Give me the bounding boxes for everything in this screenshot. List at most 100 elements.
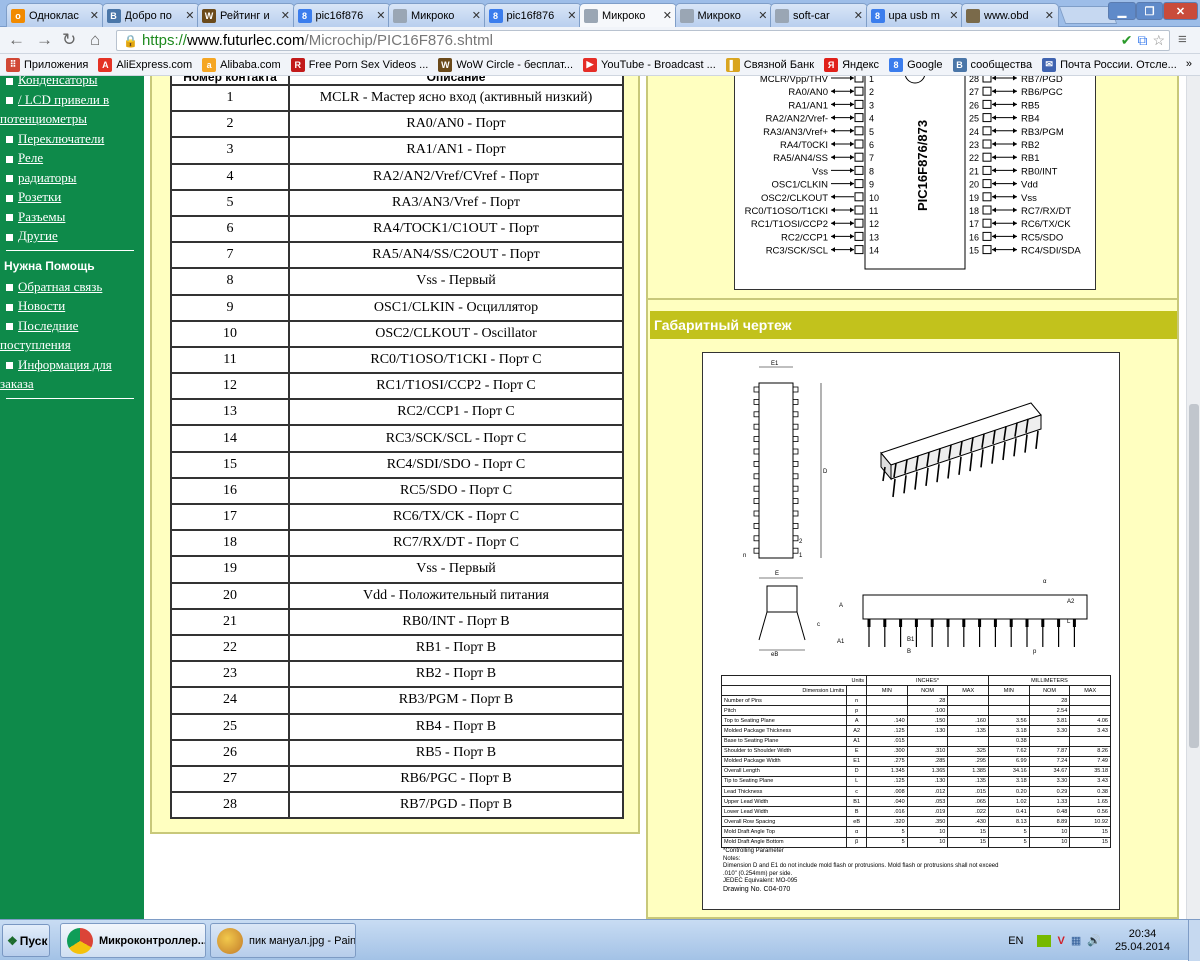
back-arrow-icon[interactable]: ←: [8, 31, 25, 49]
bookmark-item[interactable]: Я Яндекс: [824, 57, 879, 72]
close-icon[interactable]: ✕: [185, 9, 194, 22]
maximize-button[interactable]: ❐: [1136, 2, 1163, 20]
page-icon: [679, 8, 694, 23]
tab-0[interactable]: о Одноклас ✕: [6, 3, 104, 27]
post-icon: ✉: [1042, 57, 1057, 72]
tab-9[interactable]: 8 upa usb m ✕: [865, 3, 964, 27]
reload-icon[interactable]: ↻: [62, 31, 76, 49]
taskbar-item-label: пик мануал.jpg - Paint: [249, 934, 356, 947]
close-icon[interactable]: ✕: [663, 9, 672, 22]
tab-7[interactable]: Микроко ✕: [674, 3, 773, 27]
sidebar-link[interactable]: потенциометры: [0, 109, 144, 129]
antivirus-icon[interactable]: V: [1057, 935, 1064, 947]
bookmark-item[interactable]: R Free Porn Sex Videos ...: [290, 57, 428, 72]
clock[interactable]: 20:34 25.04.2014: [1115, 928, 1170, 954]
bookmark-star-icon[interactable]: ☆: [1152, 32, 1165, 49]
close-icon[interactable]: ✕: [1045, 9, 1054, 22]
bookmark-item[interactable]: A AliExpress.com: [98, 57, 192, 72]
pin-description-cell: Vss - Первый: [288, 267, 624, 296]
network-icon[interactable]: ▦: [1071, 934, 1081, 947]
pin-number: 9: [869, 180, 874, 190]
bookmark-item[interactable]: ▶ YouTube - Broadcast ...: [583, 57, 716, 72]
close-icon[interactable]: ✕: [567, 9, 576, 22]
arrow-icon: [992, 194, 996, 200]
dim-cell: .065: [947, 796, 989, 808]
close-icon[interactable]: ✕: [949, 9, 958, 22]
bookmark-item[interactable]: Всообщества: [952, 57, 1032, 72]
forward-arrow-icon[interactable]: →: [36, 31, 53, 49]
odnoklassniki-icon: о: [11, 8, 25, 23]
bookmark-item[interactable]: ▌ Связной Банк: [725, 57, 814, 72]
pin-label: OSC2/CLKOUT: [761, 193, 828, 204]
sidebar-link[interactable]: Последние: [0, 316, 144, 336]
start-button[interactable]: ❖ Пуск: [2, 924, 50, 957]
sidebar-link[interactable]: Обратная связь: [0, 277, 144, 297]
pin-label: RA4/T0CKI: [780, 140, 828, 151]
scrollbar-thumb[interactable]: [1189, 404, 1199, 748]
sidebar-link[interactable]: радиаторы: [0, 168, 144, 188]
tab-3[interactable]: 8 pic16f876 ✕: [292, 3, 391, 27]
show-desktop-button[interactable]: [1188, 920, 1200, 961]
close-icon[interactable]: ✕: [281, 9, 290, 22]
pin-number: 27: [969, 87, 979, 97]
extension-check-icon[interactable]: ✔: [1121, 32, 1133, 49]
nvidia-icon[interactable]: [1037, 934, 1052, 947]
sidebar-link[interactable]: Другие: [0, 226, 144, 246]
bookmark-item[interactable]: ✉ Почта России. Отсле...: [1042, 57, 1177, 72]
bookmark-label: Приложения: [24, 58, 89, 71]
translate-icon[interactable]: ⧉: [1137, 32, 1147, 49]
tab-5[interactable]: 8 pic16f876 ✕: [483, 3, 582, 27]
close-icon[interactable]: ✕: [472, 9, 481, 22]
dim-cell: B1: [846, 796, 868, 808]
bookmark-item[interactable]: ⠿ Приложения: [6, 57, 89, 72]
bookmark-item[interactable]: W WoW Circle - бесплат...: [438, 57, 573, 72]
page-scrollbar[interactable]: [1186, 76, 1200, 919]
home-icon[interactable]: ⌂: [90, 31, 100, 49]
close-icon[interactable]: ✕: [90, 9, 99, 22]
tab-10[interactable]: www.obd ✕: [961, 3, 1059, 27]
menu-icon[interactable]: ≡: [1178, 31, 1187, 49]
sidebar-link[interactable]: Разъемы: [0, 207, 144, 227]
volume-icon[interactable]: 🔊: [1087, 934, 1101, 947]
sidebar-link[interactable]: Новости: [0, 296, 144, 316]
close-window-button[interactable]: ✕: [1163, 2, 1198, 20]
sidebar-link[interactable]: Конденсаторы: [0, 76, 144, 90]
sidebar-link[interactable]: Розетки: [0, 187, 144, 207]
dim-cell: 1.345: [866, 765, 908, 777]
bookmark-item[interactable]: 8 Google: [889, 57, 943, 72]
tab-2[interactable]: W Рейтинг и ✕: [197, 3, 295, 27]
pin-number-cell: 27: [170, 764, 290, 794]
sidebar-link[interactable]: Информация для: [0, 355, 144, 375]
sidebar-link[interactable]: Реле: [0, 148, 144, 168]
close-icon[interactable]: ✕: [854, 9, 863, 22]
browser-toolbar: ← → ↻ ⌂ 🔒 https:// www.futurlec.com /Mic…: [0, 27, 1200, 54]
pin-label: RC0/T1OSO/T1CKI: [745, 206, 828, 217]
dim-cell: 7.24: [1028, 755, 1071, 767]
pin-box: [854, 113, 864, 123]
sidebar-link[interactable]: поступления: [0, 335, 144, 355]
close-icon[interactable]: ✕: [376, 9, 385, 22]
tab-1[interactable]: В Добро по ✕: [101, 3, 200, 27]
tab-6[interactable]: Микроко ✕: [579, 3, 677, 27]
tab-8[interactable]: soft-car ✕: [770, 3, 868, 27]
pin-box: [854, 126, 864, 136]
language-indicator[interactable]: EN: [1008, 935, 1023, 947]
bookmark-item[interactable]: a Alibaba.com: [202, 57, 281, 72]
taskbar-item-chrome[interactable]: Микроконтроллер...: [60, 923, 206, 958]
pin-number-cell: 16: [170, 476, 290, 506]
sidebar-link[interactable]: Переключатели: [0, 129, 144, 149]
close-icon[interactable]: ✕: [758, 9, 767, 22]
sidebar-link[interactable]: / LCD привели в: [0, 90, 144, 110]
bookmarks-more-icon[interactable]: »: [1186, 58, 1192, 70]
table-row: Base to Seating Plane A1.015 0.38: [720, 735, 1111, 747]
sidebar-link[interactable]: заказа: [0, 374, 144, 394]
minimize-button[interactable]: ▁: [1108, 2, 1136, 20]
pin-box: [854, 139, 864, 149]
address-bar[interactable]: 🔒 https:// www.futurlec.com /Microchip/P…: [116, 30, 1170, 51]
note-line: JEDEC Equivalent: MO-095: [723, 878, 798, 885]
bookmarks-bar: ⠿ Приложения A AliExpress.com a Alibaba.com R F…: [0, 54, 1200, 76]
dim-cell: c: [846, 786, 868, 798]
taskbar-item-paint[interactable]: пик мануал.jpg - Paint: [210, 923, 356, 958]
tab-4[interactable]: Микроко ✕: [388, 3, 486, 27]
arrow-icon: [1013, 181, 1017, 187]
